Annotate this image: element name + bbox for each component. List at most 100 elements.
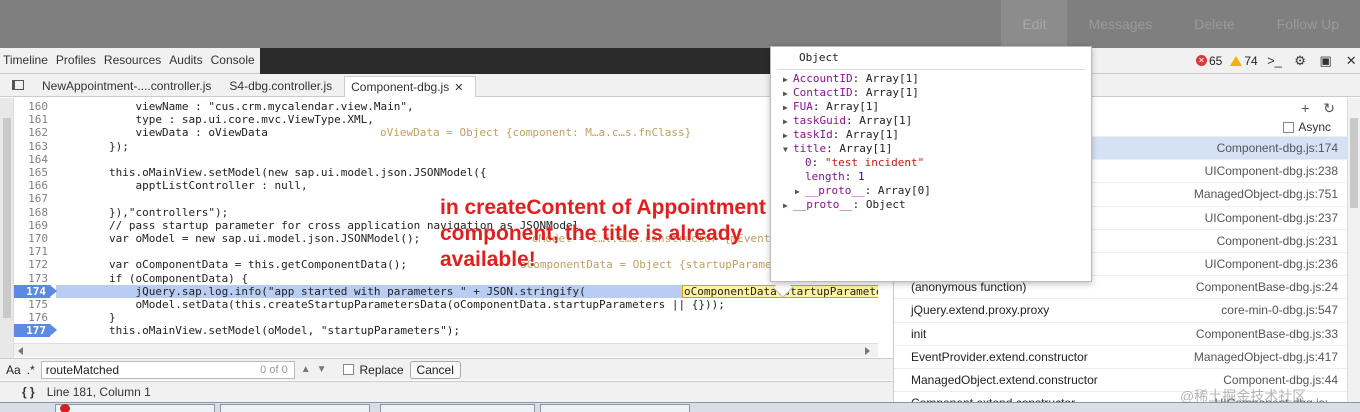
browser-icon xyxy=(60,404,70,412)
line-number[interactable]: 175 xyxy=(14,298,48,311)
property-key: __proto__ xyxy=(793,198,853,211)
expand-arrow-icon[interactable]: ▶ xyxy=(783,115,788,129)
object-proto[interactable]: __proto__: Object xyxy=(793,198,906,212)
object-property[interactable]: AccountID: Array[1] xyxy=(793,72,919,86)
object-property[interactable]: title: Array[1] xyxy=(793,142,892,156)
line-number[interactable]: 161 xyxy=(14,113,48,126)
call-frame-location: UIComponent-dbg.js:238 xyxy=(1204,164,1338,179)
menu-console[interactable]: Console xyxy=(208,48,260,73)
collapse-arrow-icon[interactable]: ▼ xyxy=(783,143,788,157)
error-count[interactable]: ✕ 65 xyxy=(1196,54,1222,68)
line-number[interactable]: 170 xyxy=(14,232,48,245)
code-line: } xyxy=(56,311,116,325)
async-checkbox[interactable] xyxy=(1283,121,1295,133)
menu-timeline[interactable]: Timeline xyxy=(0,48,53,73)
regex-toggle[interactable]: .* xyxy=(27,363,35,377)
call-frame[interactable]: init ComponentBase-dbg.js:33 xyxy=(894,321,1348,345)
breakpoint-marker[interactable]: 177 xyxy=(14,324,57,338)
scroll-right-icon[interactable] xyxy=(865,347,870,355)
property-key: title xyxy=(793,142,827,155)
line-number[interactable]: 176 xyxy=(14,311,48,324)
tab-component-dbg[interactable]: Component-dbg.js ✕ xyxy=(344,76,477,97)
line-number[interactable]: 160 xyxy=(14,100,48,113)
line-number[interactable]: 173 xyxy=(14,272,48,285)
line-number[interactable]: 163 xyxy=(14,140,48,153)
line-number[interactable]: 171 xyxy=(14,245,48,258)
messages-button[interactable]: Messages xyxy=(1067,0,1173,48)
call-frame-location: UIComponent-dbg.js:236 xyxy=(1204,257,1338,271)
taskbar-item-3[interactable] xyxy=(380,404,535,412)
refresh-icon[interactable]: ↻ xyxy=(1323,100,1335,117)
breakpoint-line-number: 177 xyxy=(26,324,46,338)
horizontal-scrollbar[interactable] xyxy=(14,343,878,357)
line-number[interactable]: 172 xyxy=(14,258,48,271)
menu-resources[interactable]: Resources xyxy=(101,48,166,73)
console-drawer-icon[interactable]: >_ xyxy=(1266,53,1284,68)
sidebar-toggle-icon[interactable] xyxy=(0,74,36,96)
breakpoint-marker[interactable]: 174 xyxy=(14,284,57,298)
array-item[interactable]: 0: "test incident" xyxy=(805,156,924,170)
line-number[interactable]: 162 xyxy=(14,126,48,139)
line-number[interactable]: 167 xyxy=(14,192,48,205)
taskbar-item-2[interactable] xyxy=(220,404,370,412)
code-line: var oComponentData = this.getComponentDa… xyxy=(56,258,407,272)
navigator-scroll[interactable] xyxy=(0,98,14,358)
cancel-button[interactable]: Cancel xyxy=(409,360,461,379)
taskbar-item-4[interactable] xyxy=(540,404,690,412)
object-property[interactable]: taskGuid: Array[1] xyxy=(793,114,912,128)
search-input[interactable]: routeMatched 0 of 0 xyxy=(40,360,295,379)
expand-arrow-icon[interactable]: ▶ xyxy=(783,101,788,115)
navigator-thumb[interactable] xyxy=(3,118,11,318)
object-property[interactable]: ContactID: Array[1] xyxy=(793,86,919,100)
property-key: taskGuid xyxy=(793,114,846,127)
call-frame[interactable]: EventProvider.extend.constructor ManagedO… xyxy=(894,344,1348,368)
warning-count[interactable]: 74 xyxy=(1230,54,1258,68)
line-number[interactable]: 164 xyxy=(14,153,48,166)
separator: : xyxy=(812,100,827,113)
call-frame-location: ManagedObject-dbg.js:751 xyxy=(1193,187,1338,202)
code-line: apptListController : null, xyxy=(56,179,308,193)
edit-button[interactable]: Edit xyxy=(1001,0,1068,48)
call-frame[interactable]: jQuery.extend.proxy.proxy core-min-0-dbg.… xyxy=(894,298,1348,321)
vertical-scroll-thumb[interactable] xyxy=(1350,118,1358,208)
line-number[interactable]: 168 xyxy=(14,206,48,219)
expand-arrow-icon[interactable]: ▶ xyxy=(783,73,788,87)
object-property[interactable]: FUA: Array[1] xyxy=(793,100,879,114)
line-number[interactable]: 165 xyxy=(14,166,48,179)
code-line: this.oMainView.setModel(new sap.ui.model… xyxy=(56,166,487,179)
follow-up-button[interactable]: Follow Up xyxy=(1256,0,1360,48)
delete-button[interactable]: Delete xyxy=(1173,0,1255,48)
separator: : xyxy=(844,170,858,183)
array-proto[interactable]: __proto__: Array[0] xyxy=(805,184,931,198)
search-prev-icon[interactable]: ▲ xyxy=(301,364,311,375)
property-value: Array[0] xyxy=(877,184,931,197)
array-length[interactable]: length: 1 xyxy=(805,170,865,184)
match-case-toggle[interactable]: Aa xyxy=(6,363,21,377)
close-tab-icon[interactable]: ✕ xyxy=(454,82,463,94)
dock-icon[interactable]: ▣ xyxy=(1317,53,1335,69)
line-number[interactable]: 169 xyxy=(14,219,48,232)
property-value: 1 xyxy=(858,170,865,183)
menu-profiles[interactable]: Profiles xyxy=(53,48,101,73)
tab-newappointment[interactable]: NewAppointment-....controller.js xyxy=(36,75,223,97)
expand-arrow-icon[interactable]: ▶ xyxy=(783,129,788,143)
separator: : xyxy=(826,142,840,155)
scroll-left-icon[interactable] xyxy=(18,347,23,355)
add-icon[interactable]: + xyxy=(1301,100,1309,116)
expand-arrow-icon[interactable]: ▶ xyxy=(783,87,788,101)
object-property[interactable]: taskId: Array[1] xyxy=(793,128,899,142)
search-next-icon[interactable]: ▼ xyxy=(317,364,327,375)
pretty-print-button[interactable]: { } xyxy=(22,385,35,399)
vertical-scrollbar[interactable] xyxy=(1347,98,1360,402)
watermark: @稀土掘金技术社区 xyxy=(1180,388,1307,404)
call-frame-location: Component-dbg.js:174 xyxy=(1216,141,1338,155)
gear-icon[interactable]: ⚙ xyxy=(1291,53,1309,69)
code-line: this.oMainView.setModel(oModel, "startup… xyxy=(56,324,460,338)
property-key: AccountID xyxy=(793,72,853,85)
tab-s4-dbg[interactable]: S4-dbg.controller.js xyxy=(223,75,344,97)
close-icon[interactable]: ✕ xyxy=(1342,53,1360,69)
line-number[interactable]: 166 xyxy=(14,179,48,192)
menu-audits[interactable]: Audits xyxy=(166,48,207,73)
replace-checkbox[interactable] xyxy=(342,364,354,375)
taskbar-item-browser[interactable] xyxy=(55,404,215,412)
